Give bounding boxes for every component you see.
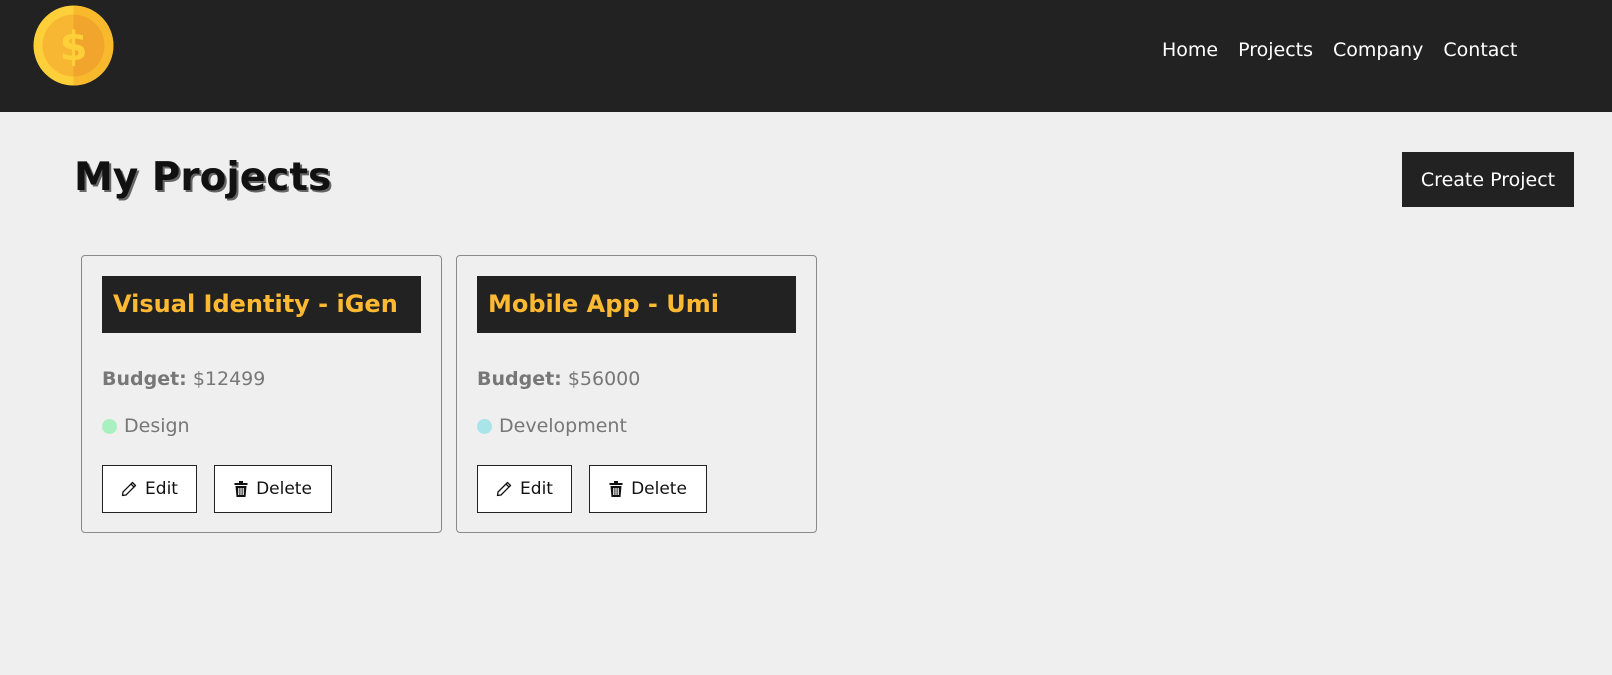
delete-button[interactable]: Delete	[214, 465, 332, 513]
category-label: Design	[124, 415, 190, 437]
delete-button[interactable]: Delete	[589, 465, 707, 513]
delete-button-label: Delete	[631, 479, 687, 499]
budget-value: $56000	[567, 368, 641, 390]
project-category: Development	[477, 415, 627, 437]
navbar: $ Home Projects Company Contact	[0, 0, 1612, 112]
project-card: Mobile App - Umi Budget: $56000 Developm…	[456, 255, 817, 533]
pencil-icon	[496, 481, 512, 497]
project-budget: Budget: $56000	[477, 368, 640, 390]
project-category: Design	[102, 415, 190, 437]
budget-value: $12499	[192, 368, 266, 390]
svg-text:$: $	[60, 24, 88, 70]
project-budget: Budget: $12499	[102, 368, 265, 390]
nav-link-home[interactable]: Home	[1162, 39, 1218, 61]
budget-label: Budget:	[102, 368, 187, 390]
nav-link-projects[interactable]: Projects	[1238, 39, 1313, 61]
nav-item-projects: Projects	[1238, 38, 1313, 62]
project-title: Mobile App - Umi	[477, 276, 796, 333]
pencil-icon	[121, 481, 137, 497]
create-project-button[interactable]: Create Project	[1402, 152, 1574, 207]
nav-links: Home Projects Company Contact	[1162, 38, 1517, 62]
edit-button[interactable]: Edit	[477, 465, 572, 513]
category-dot-icon	[102, 418, 117, 434]
nav-item-contact: Contact	[1443, 38, 1517, 62]
project-card: Visual Identity - iGen Budget: $12499 De…	[81, 255, 442, 533]
nav-item-home: Home	[1162, 38, 1218, 62]
page-title: My Projects	[74, 155, 332, 200]
category-dot-icon	[477, 418, 492, 434]
category-label: Development	[499, 415, 627, 437]
trash-icon	[234, 481, 248, 497]
budget-label: Budget:	[477, 368, 562, 390]
nav-item-company: Company	[1333, 38, 1423, 62]
edit-button-label: Edit	[145, 479, 178, 499]
dollar-coin-icon[interactable]: $	[33, 5, 114, 86]
delete-button-label: Delete	[256, 479, 312, 499]
project-title: Visual Identity - iGen	[102, 276, 421, 333]
edit-button[interactable]: Edit	[102, 465, 197, 513]
nav-link-company[interactable]: Company	[1333, 39, 1423, 61]
trash-icon	[609, 481, 623, 497]
nav-link-contact[interactable]: Contact	[1443, 39, 1517, 61]
edit-button-label: Edit	[520, 479, 553, 499]
